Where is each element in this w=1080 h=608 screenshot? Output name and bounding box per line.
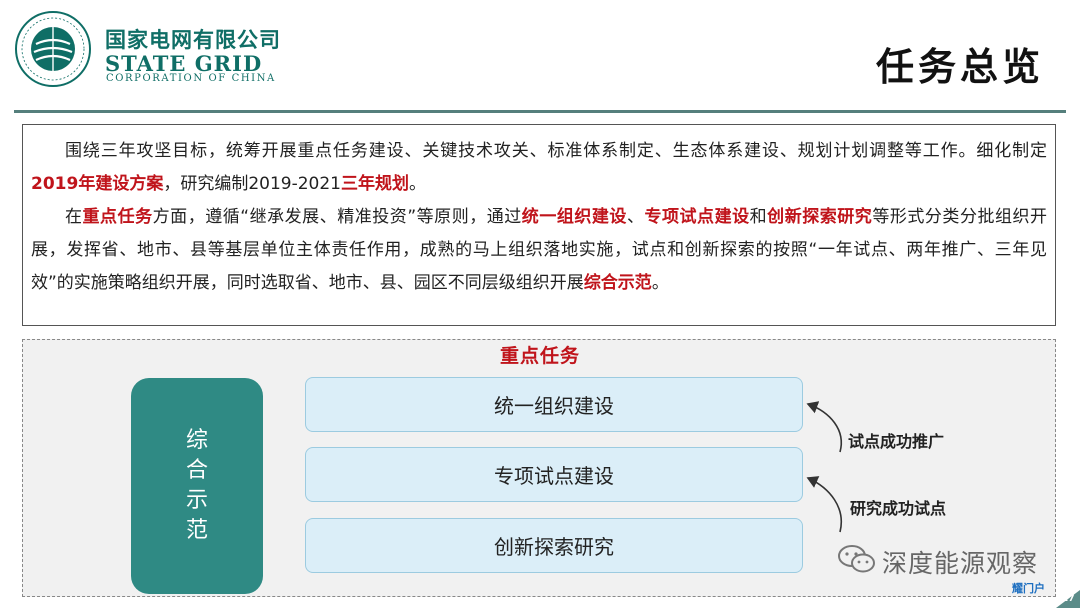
summary-text-box: 围绕三年攻坚目标，统筹开展重点任务建设、关键技术攻关、标准体系制定、生态体系建设… [22, 124, 1056, 326]
comprehensive-demo-box: 综 合 示 范 [131, 378, 263, 594]
task-label: 专项试点建设 [494, 464, 614, 488]
task-label: 统一组织建设 [494, 394, 614, 418]
task-label: 创新探索研究 [494, 535, 614, 559]
arrow-label-pilot-promote: 试点成功推广 [848, 432, 945, 451]
wechat-icon [838, 545, 875, 573]
state-grid-logo-icon [15, 11, 91, 87]
highlight-unified-construction: 统一组织建设 [521, 207, 627, 227]
flow-arrows [806, 401, 843, 533]
highlight-key-tasks: 重点任务 [82, 207, 153, 227]
highlight-pilot-construction: 专项试点建设 [644, 207, 750, 227]
summary-paragraph-2: 在重点任务方面，遵循“继承发展、精准投资”等原则，通过统一组织建设、专项试点建设… [31, 207, 1048, 293]
summary-paragraph-1: 围绕三年攻坚目标，统筹开展重点任务建设、关键技术攻关、标准体系制定、生态体系建设… [31, 141, 1047, 194]
task-box-pilot-construction: 专项试点建设 [305, 447, 803, 502]
company-name-en-sub: CORPORATION OF CHINA [106, 73, 276, 84]
highlight-innovation-research: 创新探索研究 [767, 207, 873, 227]
highlight-comprehensive-demo: 综合示范 [583, 273, 652, 293]
arrow-research-to-pilot [806, 476, 843, 533]
page-number: 27 [1062, 594, 1075, 604]
diagram-title: 重点任务 [499, 345, 580, 367]
watermark-text: 深度能源观察 [882, 549, 1039, 578]
highlight-2019-plan: 2019年建设方案 [31, 174, 164, 194]
arrow-pilot-to-unified [806, 401, 843, 453]
page-title: 任务总览 [875, 45, 1044, 89]
task-box-innovation-research: 创新探索研究 [305, 518, 803, 573]
demo-char: 示 [185, 488, 208, 513]
demo-char: 范 [185, 518, 208, 543]
demo-char: 综 [185, 428, 208, 453]
demo-char: 合 [185, 458, 208, 483]
badge-label: 耀门户 [1012, 582, 1045, 595]
arrow-label-research-pilot: 研究成功试点 [850, 499, 947, 518]
task-box-unified-construction: 统一组织建设 [305, 377, 803, 432]
header-divider [14, 110, 1066, 113]
highlight-three-year-plan: 三年规划 [341, 174, 409, 194]
company-name-cn: 国家电网有限公司 [105, 28, 281, 52]
